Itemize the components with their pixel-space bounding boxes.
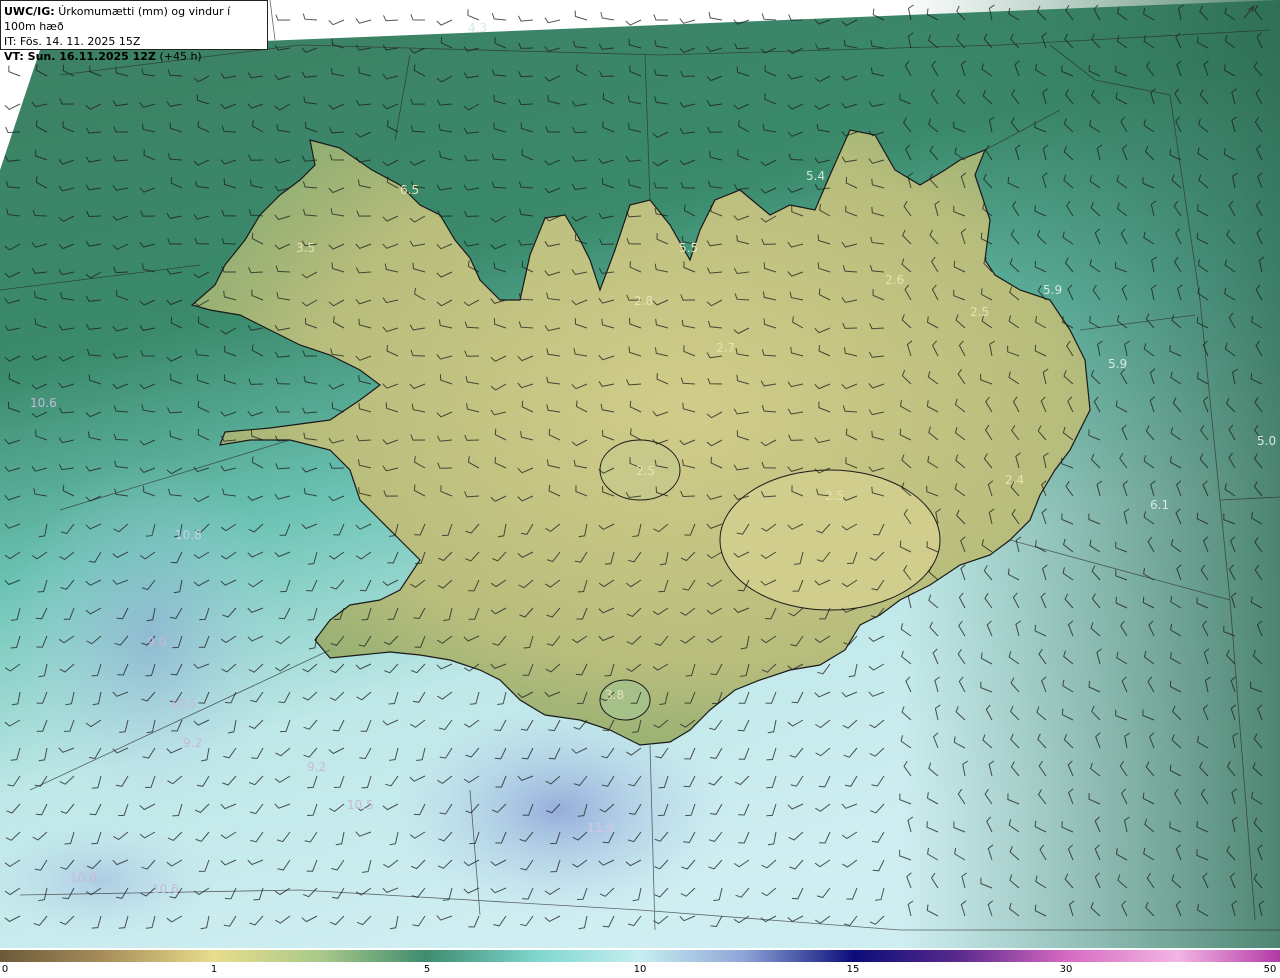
land-value: 2.7 bbox=[716, 341, 735, 355]
land-value: 2.8 bbox=[634, 294, 653, 308]
sea-value: 9.2 bbox=[183, 736, 202, 750]
land-value: 2.4 bbox=[1005, 473, 1024, 487]
land-value: 2.6 bbox=[885, 273, 904, 287]
land-value: 3.5 bbox=[296, 241, 315, 255]
colorbar-label: 1 bbox=[210, 964, 218, 975]
map-title-box: UWC/IG: Úrkomumætti (mm) og vindur í 100… bbox=[0, 0, 268, 63]
sea-value: 11.9 bbox=[587, 821, 614, 835]
land-value: 5.5 bbox=[679, 241, 698, 255]
land-value: 2.5 bbox=[825, 489, 844, 503]
colorbar-label: 30 bbox=[1059, 964, 1073, 975]
land-value: 5.4 bbox=[806, 169, 825, 183]
land-value: 2.5 bbox=[636, 464, 655, 478]
sea-value: 5.0 bbox=[1257, 434, 1276, 448]
land-value: 3.8 bbox=[605, 688, 624, 702]
sea-value: 10.6 bbox=[152, 882, 179, 896]
sea-value: 9.0 bbox=[147, 635, 166, 649]
sea-value: 4.3 bbox=[468, 21, 487, 35]
sea-value: 10.0 bbox=[70, 871, 97, 885]
sea-value: 5.9 bbox=[1043, 283, 1062, 297]
valid-time: VT: Sun. 16.11.2025 12Z bbox=[4, 50, 156, 63]
model-name: UWC/IG: bbox=[4, 5, 55, 18]
land-value: 6.5 bbox=[400, 183, 419, 197]
colorbar-label: 15 bbox=[846, 964, 860, 975]
colorbar-label: 0 bbox=[1, 964, 9, 975]
sea-value: 10.5 bbox=[347, 798, 374, 812]
colorbar-labels: 0 1 5 10 15 30 50 bbox=[0, 962, 1280, 978]
colorbar-label: 10 bbox=[633, 964, 647, 975]
sea-value: 5.9 bbox=[1108, 357, 1127, 371]
colorbar-label: 50 bbox=[1263, 964, 1277, 975]
sea-value: 10.8 bbox=[175, 528, 202, 542]
initial-time: IT: Fös. 14. 11. 2025 15Z bbox=[4, 35, 141, 48]
sea-value: 10.5 bbox=[170, 697, 197, 711]
land-value: 2.5 bbox=[970, 305, 989, 319]
precipitation-wind-map: 6.5 3.5 5.5 5.4 2.8 2.7 2.6 2.5 2.5 2.5 … bbox=[0, 0, 1280, 948]
sea-value: 10.6 bbox=[30, 396, 57, 410]
sea-value: 6.1 bbox=[1150, 498, 1169, 512]
colorbar-label: 5 bbox=[423, 964, 431, 975]
lead-time: (+45 h) bbox=[159, 50, 202, 63]
sea-value: 9.2 bbox=[307, 760, 326, 774]
